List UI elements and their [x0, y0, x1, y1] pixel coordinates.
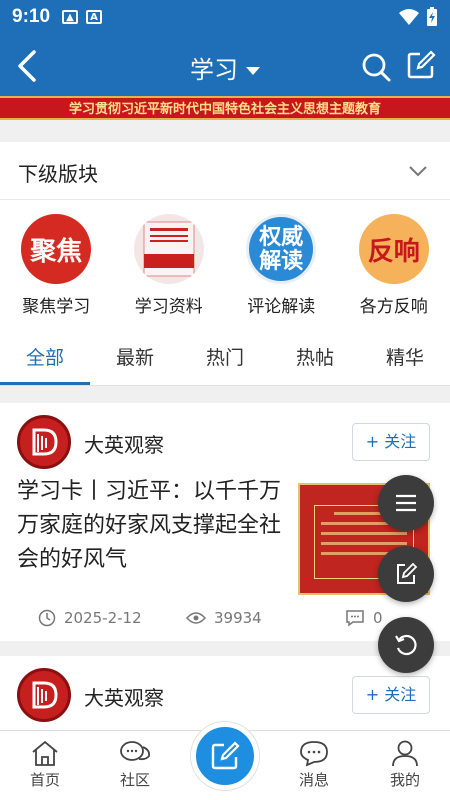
tab-all[interactable]: 全部	[0, 330, 90, 385]
post-date: 2025-2-12	[38, 609, 142, 627]
app-header: 学习	[0, 34, 450, 96]
subforum-title: 下级版块	[18, 162, 98, 186]
tab-popular[interactable]: 热门	[180, 330, 270, 385]
clock-icon	[38, 609, 56, 627]
category-label: 各方反响	[359, 297, 428, 317]
nav-home[interactable]: 首页	[15, 739, 75, 790]
post-card[interactable]: 大英观察 + 关注 学习卡丨习近平：以千千万万家庭的好家风支撑起全社会的好风气 …	[0, 403, 450, 641]
tab-featured[interactable]: 精华	[360, 330, 450, 385]
category-reactions[interactable]: 反响 各方反响	[338, 200, 450, 330]
filter-tabs: 全部 最新 热门 热帖 精华	[0, 330, 450, 386]
nav-mine[interactable]: 我的	[375, 739, 435, 790]
avatar[interactable]	[17, 668, 71, 722]
battery-icon	[427, 7, 437, 26]
edit-icon	[397, 562, 418, 584]
theme-banner[interactable]: 学习贯彻习近平新时代中国特色社会主义思想主题教育	[0, 96, 450, 120]
user-icon	[392, 740, 418, 767]
menu-fab[interactable]	[378, 475, 434, 531]
compose-icon[interactable]	[406, 50, 436, 80]
subforum-list: 聚焦 聚焦学习 学习资料 权威解读 评论解读 反响 各方反响	[0, 200, 450, 330]
image-icon: ▲	[62, 10, 79, 24]
avatar[interactable]	[17, 415, 71, 469]
tab-latest[interactable]: 最新	[90, 330, 180, 385]
author-name[interactable]: 大英观察	[84, 429, 164, 458]
post-title[interactable]: 学习卡丨习近平：以千千万万家庭的好家风支撑起全社会的好风气	[17, 475, 287, 577]
post-views: 39934	[186, 609, 262, 627]
home-icon	[32, 740, 58, 766]
focus-icon: 聚焦	[21, 214, 92, 284]
chevron-down-icon[interactable]	[408, 164, 428, 178]
nav-community[interactable]: 社区	[105, 739, 165, 790]
category-label: 评论解读	[247, 297, 316, 317]
edit-icon	[211, 741, 240, 770]
follow-button[interactable]: + 关注	[352, 423, 430, 461]
refresh-icon	[395, 634, 417, 656]
post-comments: 0	[345, 609, 383, 627]
eye-icon	[186, 612, 206, 624]
nav-messages[interactable]: 消息	[284, 739, 344, 790]
status-bar: 9:10 ▲ A	[0, 0, 450, 34]
subforum-header[interactable]: 下级版块	[0, 142, 450, 200]
wifi-icon	[399, 9, 419, 25]
category-materials[interactable]: 学习资料	[113, 200, 226, 330]
category-commentary[interactable]: 权威解读 评论解读	[225, 200, 338, 330]
status-time: 9:10	[12, 6, 51, 27]
caret-down-icon	[246, 67, 260, 75]
menu-icon	[396, 494, 416, 512]
font-icon: A	[86, 10, 103, 24]
book-cover-icon	[133, 214, 204, 284]
author-name[interactable]: 大英观察	[84, 682, 164, 711]
comment-icon	[346, 610, 364, 627]
compose-fab[interactable]	[378, 546, 434, 602]
category-label: 聚焦学习	[22, 297, 91, 317]
follow-button[interactable]: + 关注	[352, 676, 430, 714]
reaction-icon: 反响	[358, 214, 429, 284]
refresh-fab[interactable]	[378, 617, 434, 673]
message-icon	[300, 741, 328, 767]
tab-hot-posts[interactable]: 热帖	[270, 330, 360, 385]
category-label: 学习资料	[134, 297, 203, 317]
page-title: 学习	[190, 56, 238, 84]
search-icon[interactable]	[360, 51, 392, 83]
authority-icon: 权威解读	[246, 214, 317, 284]
post-compose-button[interactable]	[191, 722, 259, 790]
chat-bubbles-icon	[120, 741, 151, 761]
category-focus[interactable]: 聚焦 聚焦学习	[0, 200, 113, 330]
